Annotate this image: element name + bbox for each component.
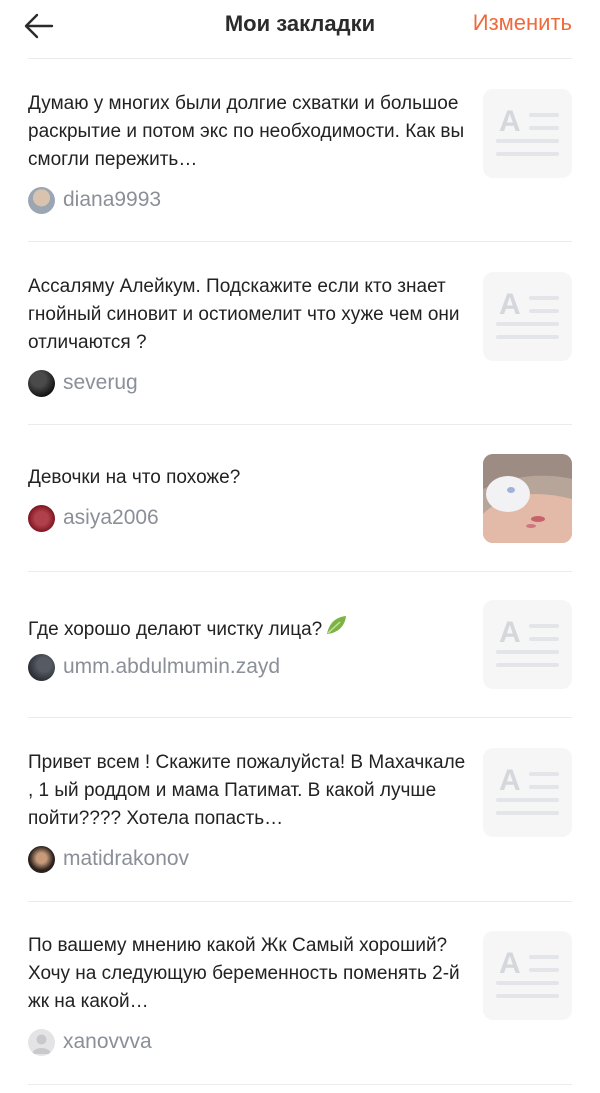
text-placeholder-icon: A bbox=[496, 288, 559, 339]
svg-text:A: A bbox=[499, 947, 521, 980]
avatar bbox=[28, 1028, 55, 1056]
header: Мои закладки Изменить bbox=[0, 0, 600, 59]
list-item[interactable]: Думаю у многих были долгие схватки и бол… bbox=[28, 59, 572, 242]
avatar bbox=[28, 186, 55, 214]
default-avatar-icon bbox=[32, 1034, 51, 1054]
post-text: Ассаляму Алейкум. Подскажите если кто зн… bbox=[28, 276, 460, 353]
post-text: Где хорошо делают чистку лица? bbox=[28, 613, 468, 644]
svg-text:A: A bbox=[499, 105, 521, 138]
author-name: matidrakonov bbox=[63, 847, 190, 870]
avatar bbox=[28, 653, 55, 681]
thumbnail: A bbox=[483, 600, 572, 689]
thumbnail bbox=[483, 454, 572, 543]
author-name: severug bbox=[63, 371, 138, 394]
text-placeholder-icon: A bbox=[496, 947, 559, 998]
svg-text:A: A bbox=[499, 616, 521, 649]
author[interactable]: severug bbox=[28, 369, 138, 397]
list-item[interactable]: Привет всем ! Скажите пожалуйста! В Маха… bbox=[28, 718, 572, 902]
thumbnail: A bbox=[483, 89, 572, 178]
author-name: umm.abdulmumin.zayd bbox=[63, 655, 281, 678]
photo-thumbnail bbox=[483, 454, 572, 543]
post-text-content: Где хорошо делают чистку лица? bbox=[28, 619, 323, 640]
author[interactable]: asiya2006 bbox=[28, 504, 159, 532]
back-button[interactable] bbox=[22, 10, 58, 42]
thumbnail: A bbox=[483, 272, 572, 361]
author[interactable]: umm.abdulmumin.zayd bbox=[28, 653, 280, 681]
post-text: По вашему мнению какой Жк Самый хороший?… bbox=[28, 935, 460, 1012]
list-item[interactable]: Девочки на что похоже? asiya2006 bbox=[28, 425, 572, 572]
bookmarks-list: Думаю у многих были долгие схватки и бол… bbox=[0, 59, 600, 1085]
avatar bbox=[28, 845, 55, 873]
post-text: Думаю у многих были долгие схватки и бол… bbox=[28, 93, 465, 170]
author[interactable]: matidrakonov bbox=[28, 845, 189, 873]
author-name: diana9993 bbox=[63, 188, 162, 211]
author[interactable]: xanovvva bbox=[28, 1028, 152, 1056]
text-placeholder-icon: A bbox=[496, 105, 559, 156]
arrow-left-icon bbox=[24, 13, 54, 39]
text-placeholder-icon: A bbox=[496, 616, 559, 667]
text-placeholder-icon: A bbox=[496, 764, 559, 815]
svg-text:A: A bbox=[499, 764, 521, 797]
post-text: Девочки на что похоже? bbox=[28, 467, 241, 488]
post-text: Привет всем ! Скажите пожалуйста! В Маха… bbox=[28, 752, 466, 829]
list-item[interactable]: Ассаляму Алейкум. Подскажите если кто зн… bbox=[28, 242, 572, 425]
list-item[interactable]: Где хорошо делают чистку лица? umm.abdul… bbox=[28, 572, 572, 718]
author-name: asiya2006 bbox=[63, 506, 159, 529]
leaf-emoji-icon bbox=[327, 616, 347, 634]
avatar bbox=[28, 369, 55, 397]
edit-button[interactable]: Изменить bbox=[473, 10, 572, 36]
thumbnail: A bbox=[483, 931, 572, 1020]
list-item[interactable]: По вашему мнению какой Жк Самый хороший?… bbox=[28, 902, 572, 1085]
author[interactable]: diana9993 bbox=[28, 186, 161, 214]
svg-text:A: A bbox=[499, 288, 521, 321]
thumbnail: A bbox=[483, 748, 572, 837]
avatar bbox=[28, 504, 55, 532]
author-name: xanovvva bbox=[63, 1030, 152, 1053]
